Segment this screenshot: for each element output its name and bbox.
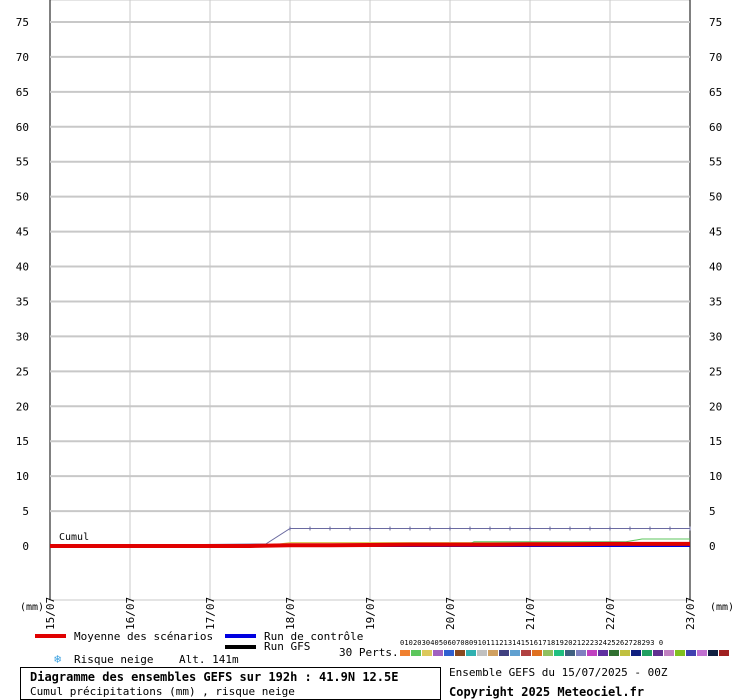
y-tick-label-left: 20: [16, 400, 29, 413]
ensemble-swatch: [455, 650, 465, 656]
precipitation-chart: 0 05 510 1015 1520 2025 2530 3035 3540 4045 4550 50…: [16, 0, 734, 656]
ensemble-swatch: [510, 650, 520, 656]
ensemble-swatch: [719, 650, 729, 656]
ensemble-swatch: [653, 650, 663, 656]
y-tick-label-right: 75: [709, 16, 722, 29]
ensemble-swatch: [554, 650, 564, 656]
ensemble-swatch: [686, 650, 696, 656]
y-tick-label-right: 50: [709, 191, 722, 204]
y-tick-label-left: 40: [16, 261, 29, 274]
ensemble-swatch: [620, 650, 630, 656]
y-tick-label-right: 60: [709, 121, 722, 134]
y-tick-label-right: 20: [709, 400, 722, 413]
ensemble-swatch: [499, 650, 509, 656]
y-tick-label-left: 55: [16, 156, 29, 169]
ensemble-swatch: [576, 650, 586, 656]
ensemble-swatch: [488, 650, 498, 656]
y-unit-label-right: (mm): [710, 602, 734, 613]
x-tick-label: 23/07: [684, 597, 697, 630]
y-tick-label-right: 70: [709, 51, 722, 64]
y-tick-label-left: 45: [16, 226, 29, 239]
ensemble-swatch: [565, 650, 575, 656]
x-axis: 15/07 16/07 17/07 18/07 19/07 20/07 21/07 22/07…: [44, 597, 697, 630]
ensemble-swatch: [543, 650, 553, 656]
y-tick-label-left: 75: [16, 16, 29, 29]
ensemble-swatch: [664, 650, 674, 656]
y-tick-label-right: 65: [709, 86, 722, 99]
run-info: Ensemble GEFS du 15/07/2025 - 00Z: [449, 666, 668, 679]
y-tick-label-left: 30: [16, 330, 29, 343]
series-line: [50, 541, 690, 548]
copyright: Copyright 2025 Meteociel.fr: [449, 685, 645, 699]
chart-title: Diagramme des ensembles GEFS sur 192h : …: [30, 670, 399, 684]
chart-grid: [49, 0, 691, 601]
y-tick-label-left: 60: [16, 121, 29, 134]
ensemble-swatch: [708, 650, 718, 656]
cumul-annotation: Cumul: [59, 532, 89, 543]
legend-control-swatch: [225, 634, 256, 638]
ensemble-swatch: [609, 650, 619, 656]
x-tick-label: 17/07: [204, 597, 217, 630]
y-tick-label-right: 10: [709, 470, 722, 483]
y-tick-label-left: 15: [16, 435, 29, 448]
y-unit-label-left: (mm): [20, 602, 44, 613]
x-tick-label: 22/07: [604, 597, 617, 630]
ensemble-swatch: [521, 650, 531, 656]
legend-mean-label: Moyenne des scénarios: [74, 630, 214, 643]
ensemble-swatch: [642, 650, 652, 656]
ensemble-swatch: [433, 650, 443, 656]
ensemble-swatch: [477, 650, 487, 656]
ensemble-swatch: [697, 650, 707, 656]
y-tick-label-left: 35: [16, 295, 29, 308]
y-tick-label-right: 0: [709, 540, 716, 553]
ensemble-swatch: [631, 650, 641, 656]
info-box: Diagramme des ensembles GEFS sur 192h : …: [20, 667, 441, 700]
y-tick-label-left: 5: [22, 505, 29, 518]
y-tick-label-left: 70: [16, 51, 29, 64]
ensemble-swatch: [532, 650, 542, 656]
ensemble-swatch: [422, 650, 432, 656]
altitude-label: Alt. 141m: [179, 653, 239, 666]
x-tick-label: 16/07: [124, 597, 137, 630]
y-tick-label-right: 45: [709, 226, 722, 239]
y-tick-label-right: 15: [709, 435, 722, 448]
legend-gfs-swatch: [225, 645, 256, 649]
ensemble-swatch: [675, 650, 685, 656]
y-tick-label-right: 35: [709, 295, 722, 308]
y-tick-label-right: 5: [709, 505, 716, 518]
legend-gfs-label: Run GFS: [264, 640, 311, 653]
y-tick-label-right: 55: [709, 156, 722, 169]
ensemble-swatch: [466, 650, 476, 656]
y-tick-label-right: 25: [709, 365, 722, 378]
chart-subtitle: Cumul précipitations (mm) , risque neige: [30, 685, 295, 698]
x-tick-label: 21/07: [524, 597, 537, 630]
y-tick-label-left: 25: [16, 365, 29, 378]
y-tick-label-left: 10: [16, 470, 29, 483]
y-tick-label-left: 50: [16, 191, 29, 204]
perturbations-label: 30 Perts.: [339, 646, 399, 659]
ensemble-swatch: [598, 650, 608, 656]
y-axis: 0 05 510 1015 1520 2025 2530 3035 3540 4045 4550 50…: [16, 16, 734, 613]
perturbation-numbers: 0102030405060708091011121314151617181920…: [400, 639, 664, 647]
legend-snow-label: Risque neige: [74, 653, 154, 666]
ensemble-swatch: [400, 650, 410, 656]
x-tick-label: 20/07: [444, 597, 457, 630]
x-tick-label: 18/07: [284, 597, 297, 630]
y-tick-label-left: 65: [16, 86, 29, 99]
ensemble-swatch: [411, 650, 421, 656]
y-tick-label-right: 30: [709, 330, 722, 343]
x-tick-label: 19/07: [364, 597, 377, 630]
y-tick-label-right: 40: [709, 261, 722, 274]
x-tick-label: 15/07: [44, 597, 57, 630]
snowflake-icon: ❄: [54, 652, 62, 666]
ensemble-swatch: [444, 650, 454, 656]
ensemble-swatch: [587, 650, 597, 656]
y-tick-label-left: 0: [22, 540, 29, 553]
legend-mean-swatch: [35, 634, 66, 638]
